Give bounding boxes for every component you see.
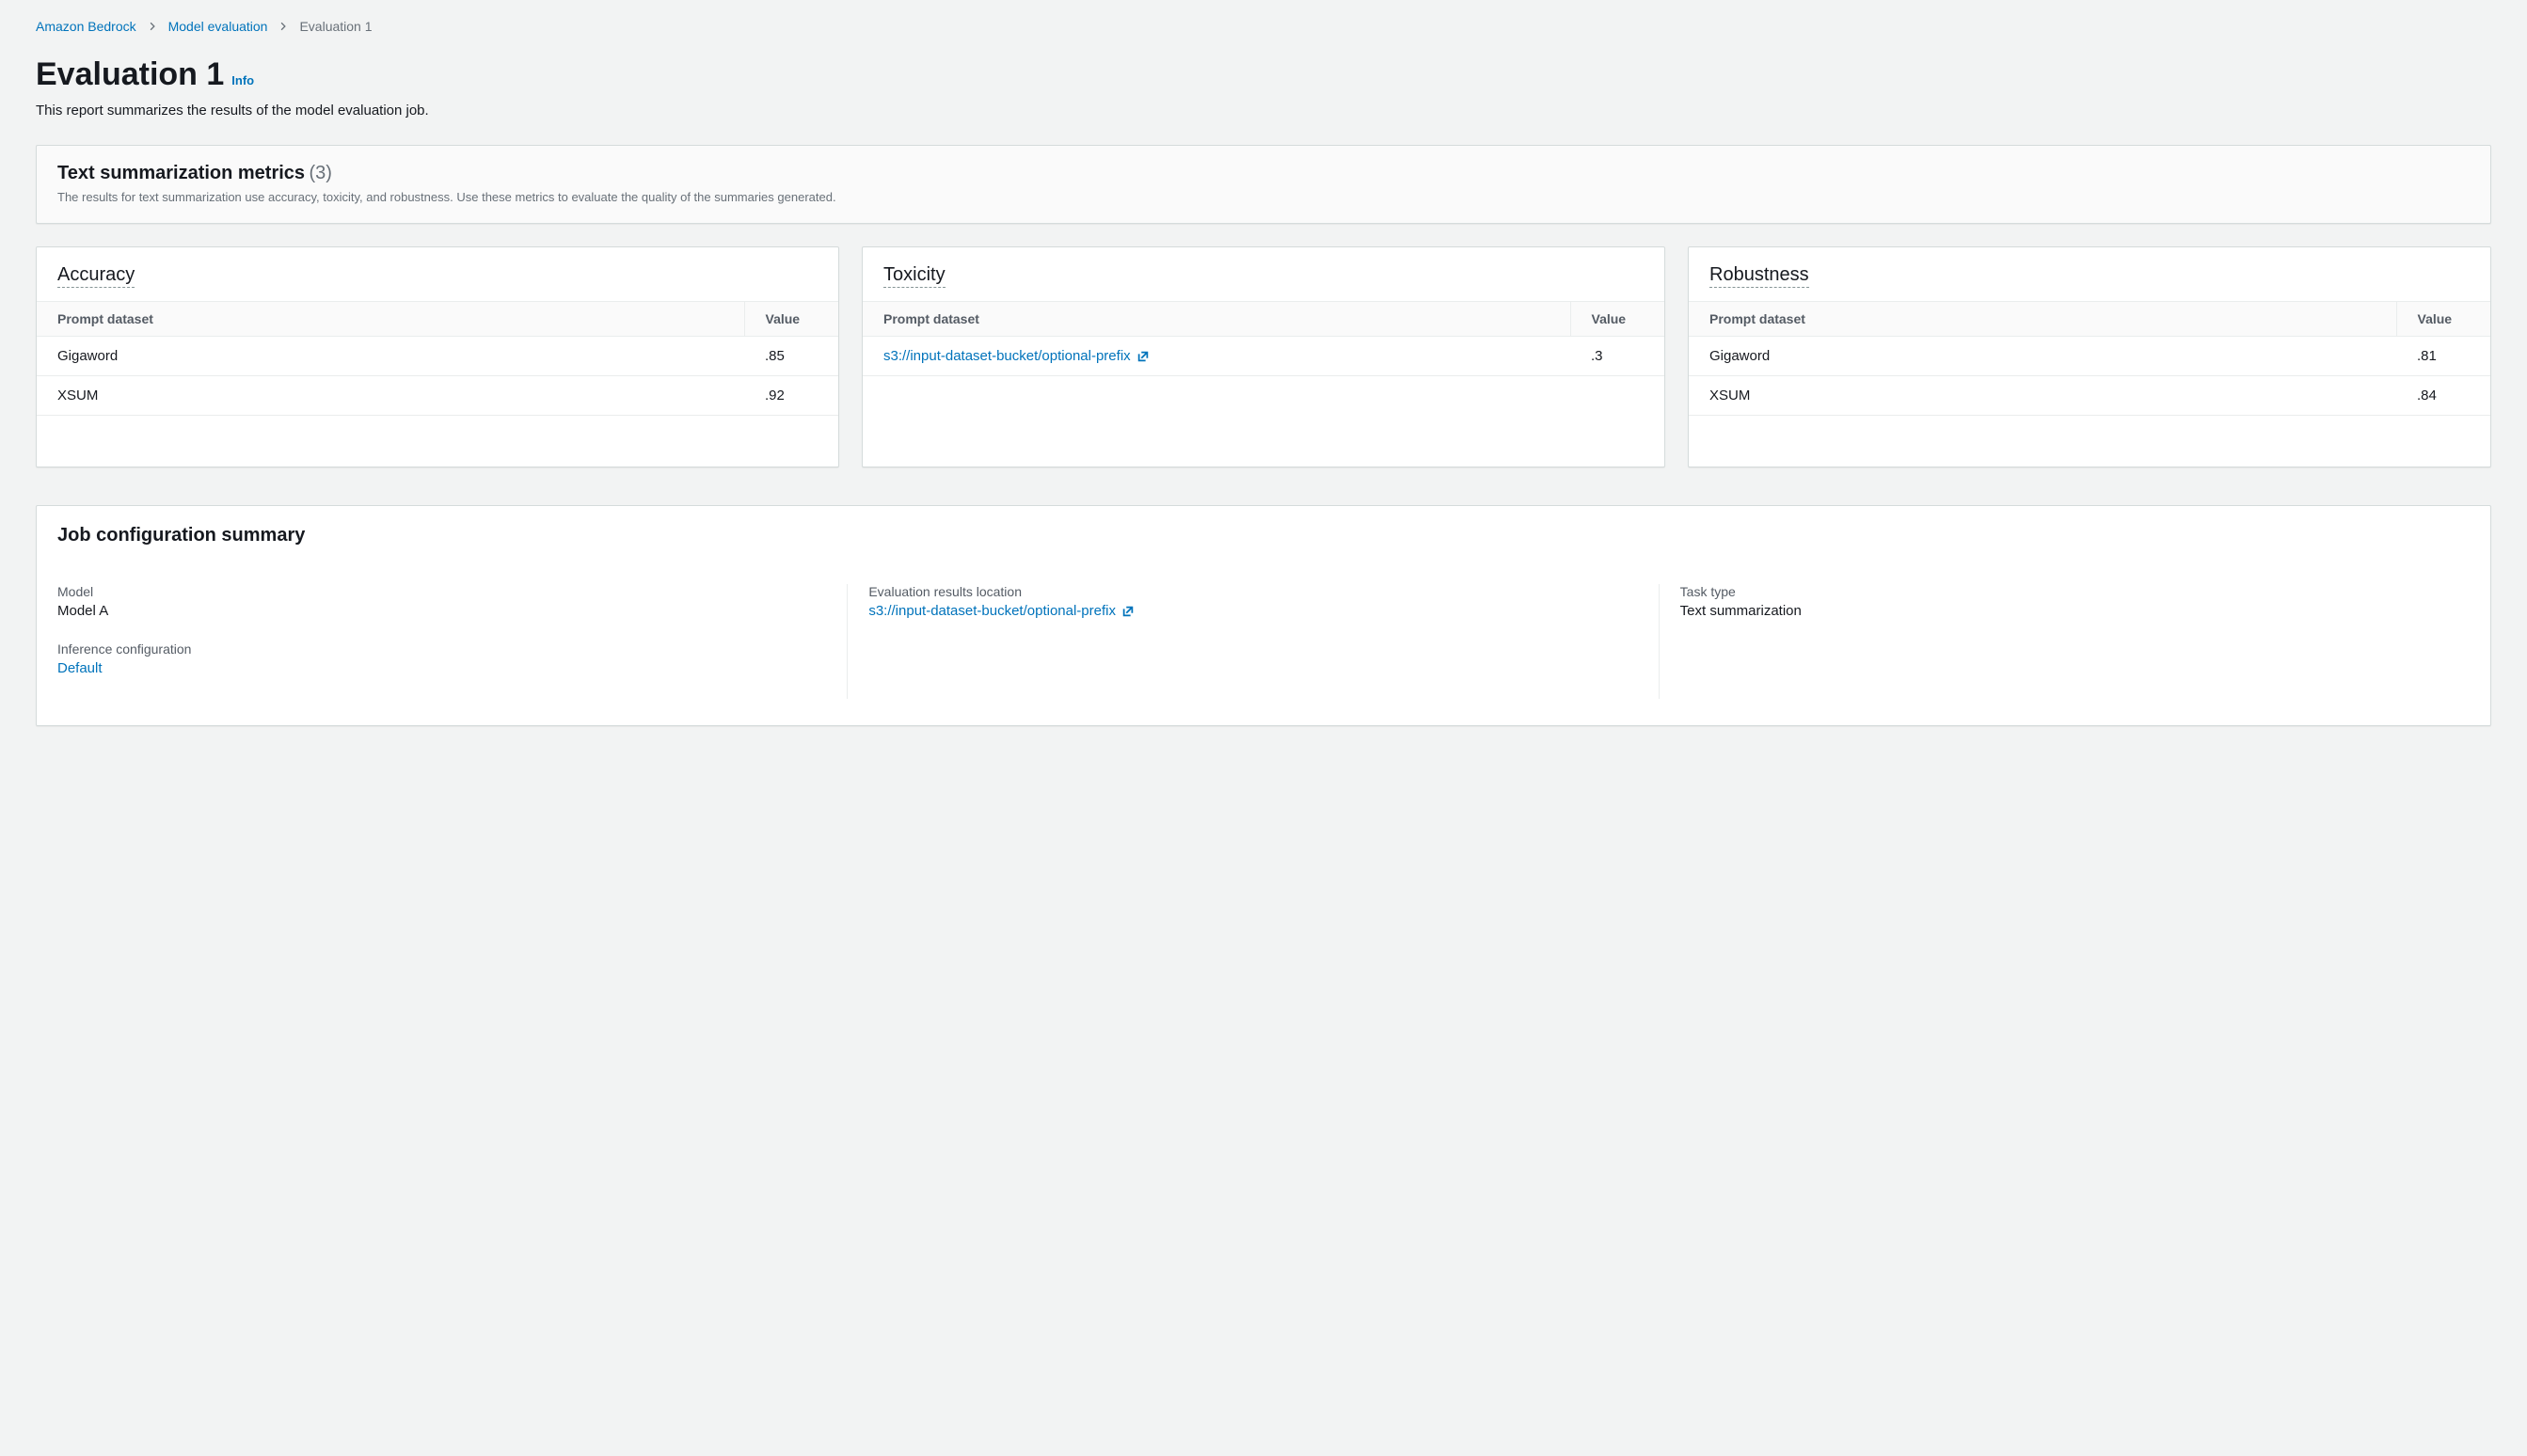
s3-link-text: s3://input-dataset-bucket/optional-prefi… xyxy=(883,348,1131,364)
table-row: XSUM .84 xyxy=(1689,376,2490,416)
config-title: Job configuration summary xyxy=(57,525,2470,546)
accuracy-table: Prompt dataset Value Gigaword .85 XSUM .… xyxy=(37,301,838,416)
col-dataset: Prompt dataset xyxy=(863,302,1570,337)
dataset-cell: Gigaword xyxy=(1689,337,2396,376)
metrics-row: Accuracy Prompt dataset Value Gigaword .… xyxy=(36,246,2491,467)
config-grid: Model Model A Inference configuration De… xyxy=(57,584,2470,699)
metric-title-toxicity: Toxicity xyxy=(883,264,946,288)
metrics-banner-desc: The results for text summarization use a… xyxy=(57,190,2470,204)
value-cell: .84 xyxy=(2396,376,2490,416)
config-panel: Job configuration summary Model Model A … xyxy=(36,505,2491,726)
config-results-text: s3://input-dataset-bucket/optional-prefi… xyxy=(868,603,1116,619)
external-link-icon xyxy=(1136,350,1150,363)
col-dataset: Prompt dataset xyxy=(1689,302,2396,337)
robustness-table: Prompt dataset Value Gigaword .81 XSUM .… xyxy=(1689,301,2490,416)
chevron-right-icon xyxy=(278,19,288,34)
table-row: XSUM .92 xyxy=(37,376,838,416)
page-title: Evaluation 1 xyxy=(36,56,224,93)
external-link-icon xyxy=(1121,605,1135,618)
metrics-banner-title: Text summarization metrics xyxy=(57,163,305,183)
breadcrumb-current: Evaluation 1 xyxy=(299,19,372,34)
chevron-right-icon xyxy=(148,19,157,34)
table-row: Gigaword .85 xyxy=(37,337,838,376)
config-task-label: Task type xyxy=(1680,584,2449,599)
breadcrumb: Amazon Bedrock Model evaluation Evaluati… xyxy=(36,19,2491,34)
config-col-right: Task type Text summarization xyxy=(1659,584,2470,699)
dataset-cell: XSUM xyxy=(37,376,744,416)
col-value: Value xyxy=(744,302,838,337)
dataset-cell: XSUM xyxy=(1689,376,2396,416)
table-row: Gigaword .81 xyxy=(1689,337,2490,376)
config-col-mid: Evaluation results location s3://input-d… xyxy=(847,584,1658,699)
config-inference-link[interactable]: Default xyxy=(57,660,826,676)
value-cell: .3 xyxy=(1570,337,1664,376)
metric-title-accuracy: Accuracy xyxy=(57,264,135,288)
value-cell: .81 xyxy=(2396,337,2490,376)
col-value: Value xyxy=(1570,302,1664,337)
config-inference-label: Inference configuration xyxy=(57,641,826,657)
s3-link[interactable]: s3://input-dataset-bucket/optional-prefi… xyxy=(883,348,1150,364)
metric-card-toxicity: Toxicity Prompt dataset Value s3://input… xyxy=(862,246,1665,467)
col-value: Value xyxy=(2396,302,2490,337)
col-dataset: Prompt dataset xyxy=(37,302,744,337)
info-link[interactable]: Info xyxy=(231,73,254,87)
config-model-label: Model xyxy=(57,584,826,599)
config-col-left: Model Model A Inference configuration De… xyxy=(57,584,847,699)
config-results-label: Evaluation results location xyxy=(868,584,1637,599)
page-title-row: Evaluation 1 Info xyxy=(36,56,2491,93)
dataset-cell: Gigaword xyxy=(37,337,744,376)
metric-card-accuracy: Accuracy Prompt dataset Value Gigaword .… xyxy=(36,246,839,467)
value-cell: .85 xyxy=(744,337,838,376)
config-task-value: Text summarization xyxy=(1680,603,2449,619)
table-row: s3://input-dataset-bucket/optional-prefi… xyxy=(863,337,1664,376)
page-subtitle: This report summarizes the results of th… xyxy=(36,103,2491,119)
metrics-banner-count: (3) xyxy=(310,163,332,183)
metrics-banner: Text summarization metrics (3) The resul… xyxy=(36,145,2491,224)
config-model-value: Model A xyxy=(57,603,826,619)
config-results-link[interactable]: s3://input-dataset-bucket/optional-prefi… xyxy=(868,603,1135,619)
toxicity-table: Prompt dataset Value s3://input-dataset-… xyxy=(863,301,1664,376)
breadcrumb-mid-link[interactable]: Model evaluation xyxy=(168,19,268,34)
dataset-cell: s3://input-dataset-bucket/optional-prefi… xyxy=(863,337,1570,376)
metric-title-robustness: Robustness xyxy=(1709,264,1809,288)
metric-card-robustness: Robustness Prompt dataset Value Gigaword… xyxy=(1688,246,2491,467)
value-cell: .92 xyxy=(744,376,838,416)
breadcrumb-root-link[interactable]: Amazon Bedrock xyxy=(36,19,136,34)
